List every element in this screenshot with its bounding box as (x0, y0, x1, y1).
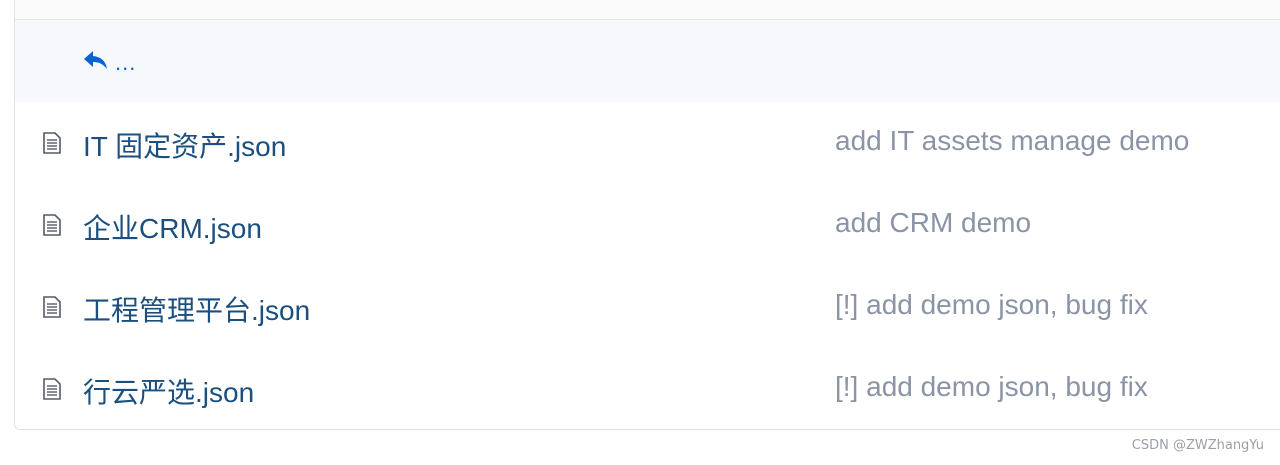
watermark: CSDN @ZWZhangYu (1131, 438, 1264, 453)
file-name-link[interactable]: 行云严选.json (83, 371, 254, 411)
file-text-icon (42, 378, 62, 400)
commit-message-link[interactable]: [!] add demo json, bug fix (835, 371, 1148, 403)
parent-directory-label[interactable]: ... (115, 50, 136, 76)
commit-message-link[interactable]: add IT assets manage demo (835, 125, 1189, 157)
file-row[interactable]: 企业CRM.json add CRM demo (15, 184, 1280, 267)
file-name-link[interactable]: 企业CRM.json (83, 207, 262, 247)
file-name-link[interactable]: 工程管理平台.json (83, 289, 310, 329)
commit-message-link[interactable]: [!] add demo json, bug fix (835, 289, 1148, 321)
reply-arrow-icon (83, 49, 109, 71)
file-list-panel: ... IT 固定资产.json add IT assets manage de… (14, 0, 1280, 430)
file-row[interactable]: 行云严选.json [!] add demo json, bug fix (15, 348, 1280, 429)
parent-directory-row[interactable]: ... (15, 20, 1280, 103)
file-text-icon (42, 214, 62, 236)
file-row[interactable]: 工程管理平台.json [!] add demo json, bug fix (15, 266, 1280, 349)
parent-directory-link[interactable]: ... (83, 44, 136, 76)
commit-message-link[interactable]: add CRM demo (835, 207, 1031, 239)
file-row[interactable]: IT 固定资产.json add IT assets manage demo (15, 102, 1280, 185)
header-strip (15, 0, 1280, 20)
file-name-link[interactable]: IT 固定资产.json (83, 125, 286, 165)
file-text-icon (42, 296, 62, 318)
file-text-icon (42, 132, 62, 154)
